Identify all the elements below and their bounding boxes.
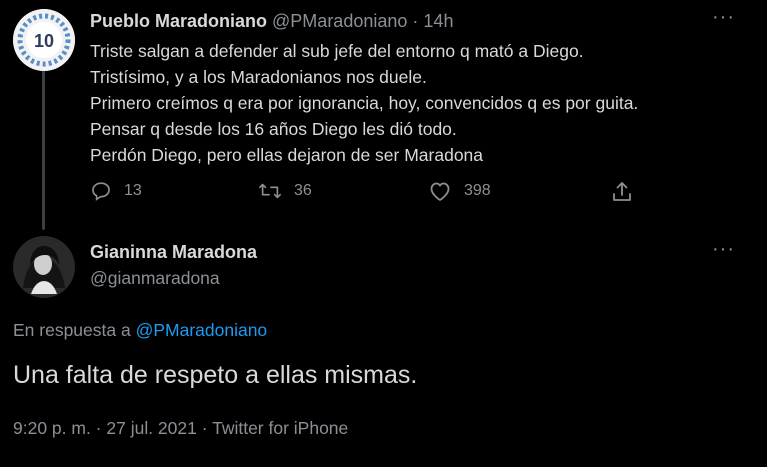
tweet1-line: Perdón Diego, pero ellas dejaron de ser … bbox=[90, 145, 484, 165]
tweet1-time[interactable]: 14h bbox=[423, 11, 453, 31]
tweet1-line: Primero creímos q era por ignorancia, ho… bbox=[90, 93, 639, 113]
avatar-gianinna-maradona[interactable] bbox=[13, 236, 75, 298]
share-icon bbox=[613, 182, 631, 201]
more-options-icon[interactable]: ··· bbox=[712, 239, 735, 259]
heart-icon bbox=[430, 182, 450, 201]
tweet1-body: Triste salgan a defender al sub jefe del… bbox=[90, 38, 750, 168]
tweet2-meta[interactable]: 9:20 p. m. · 27 jul. 2021 · Twitter for … bbox=[13, 418, 348, 439]
like-button[interactable]: 398 bbox=[428, 180, 491, 202]
like-count: 398 bbox=[464, 182, 491, 199]
thread-connector-line bbox=[42, 70, 45, 230]
profile-photo-icon bbox=[13, 236, 75, 298]
tweet1-line: Tristísimo, y a los Maradonianos nos due… bbox=[90, 67, 427, 87]
retweet-count: 36 bbox=[294, 182, 312, 199]
tweet2-handle[interactable]: @gianmaradona bbox=[90, 268, 220, 289]
avatar-pueblo-maradoniano[interactable]: 10 bbox=[13, 9, 75, 71]
tweet1-display-name[interactable]: Pueblo Maradoniano bbox=[90, 11, 267, 31]
more-options-icon[interactable]: ··· bbox=[712, 7, 735, 27]
reply-context: En respuesta a @PMaradoniano bbox=[13, 320, 267, 341]
tweet2-display-name[interactable]: Gianinna Maradona bbox=[90, 242, 257, 263]
reply-icon bbox=[92, 182, 110, 201]
retweet-icon bbox=[259, 183, 281, 199]
reply-prefix: En respuesta a bbox=[13, 320, 136, 340]
tweet1-line: Triste salgan a defender al sub jefe del… bbox=[90, 41, 584, 61]
jersey-10-avatar-icon: 10 bbox=[13, 9, 75, 71]
tweet1-line: Pensar q desde los 16 años Diego les dió… bbox=[90, 119, 457, 139]
tweet1-header: Pueblo Maradoniano @PMaradoniano · 14h bbox=[90, 11, 453, 32]
retweet-button[interactable]: 36 bbox=[258, 180, 312, 202]
tweet1-separator: · bbox=[412, 11, 419, 31]
reply-mention-link[interactable]: @PMaradoniano bbox=[136, 320, 268, 340]
tweet2-text: Una falta de respeto a ellas mismas. bbox=[13, 361, 418, 389]
avatar-number: 10 bbox=[34, 31, 54, 51]
share-button[interactable] bbox=[610, 180, 634, 204]
reply-count: 13 bbox=[124, 182, 142, 199]
reply-button[interactable]: 13 bbox=[90, 180, 142, 202]
tweet1-handle[interactable]: @PMaradoniano bbox=[272, 11, 407, 31]
